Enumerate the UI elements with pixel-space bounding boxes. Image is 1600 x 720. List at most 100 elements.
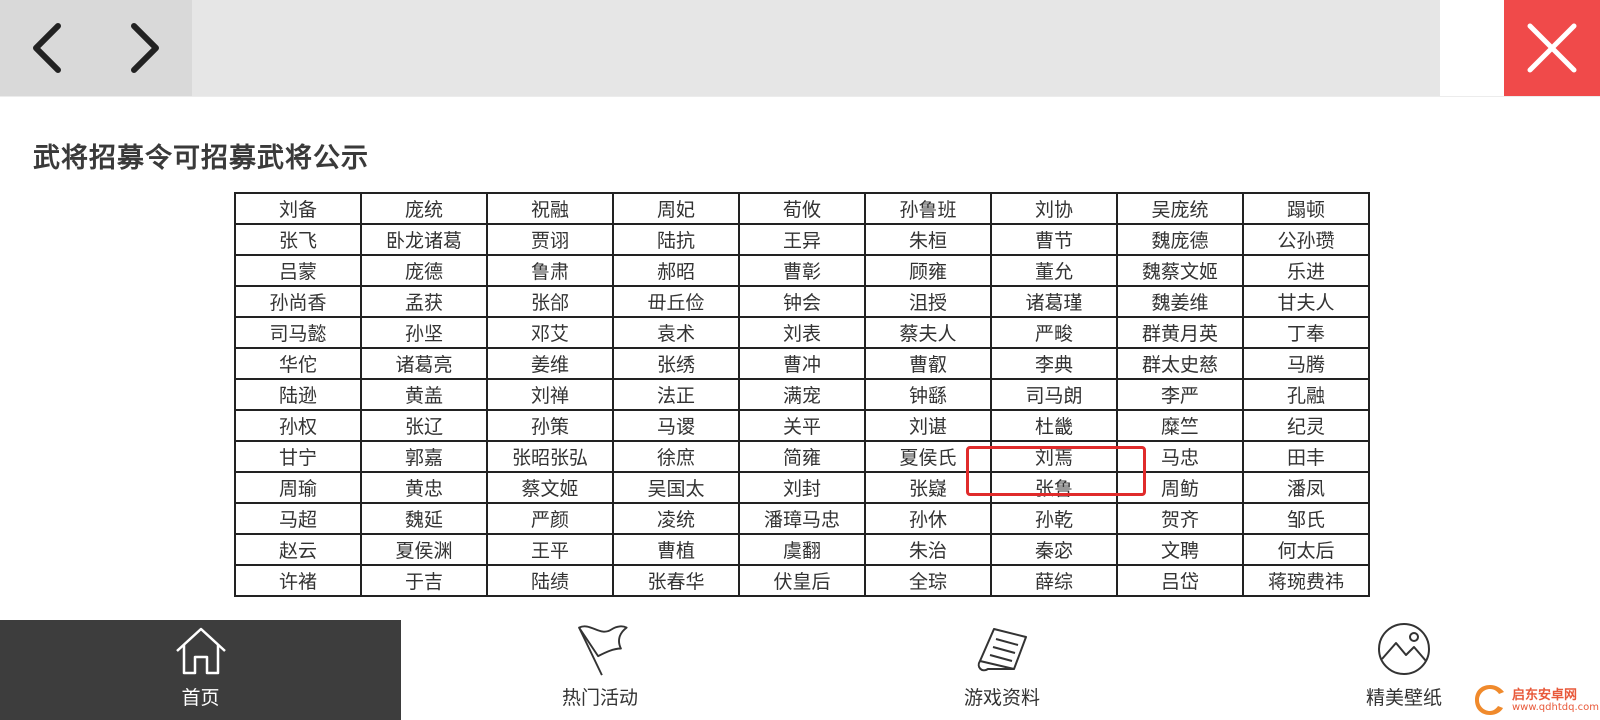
general-cell: 纪灵 [1242,409,1370,442]
general-cell: 钟繇 [864,378,992,411]
chevron-left-icon [33,23,61,73]
general-cell: 王平 [486,533,614,566]
close-icon [1527,23,1577,73]
general-cell: 卧龙诸葛 [360,223,488,256]
page-title: 武将招募令可招募武将公示 [33,143,369,174]
general-cell: 郭嘉 [360,440,488,473]
generals-table-body: 刘备 庞统 祝融 周妃 荀攸 孙鲁班 刘协 吴庞统 蹋顿 张飞 卧龙诸葛 贾诩 陆抗 王异 朱桓 曹节 魏庞德公… [234,192,1370,597]
general-cell: 李严 [1116,378,1244,411]
general-cell: 孔融 [1242,378,1370,411]
general-cell: 潘凤 [1242,471,1370,504]
table-row: 陆逊 黄盖 刘禅 法正 满宠 钟繇 司马朗 李严 孔融 [234,378,1370,411]
nav-info-label: 游戏资料 [963,687,1040,709]
general-cell: 诸葛瑾 [990,285,1118,318]
general-cell: 刘表 [738,316,866,349]
page: 武将招募令可招募武将公示 刘备 庞统 祝融 周妃 荀攸 孙鲁班 刘协 吴庞统 蹋顿 张飞 卧龙诸葛贾… [0,0,1600,720]
address-bar[interactable] [192,0,1440,96]
general-cell: 张鲁 [990,471,1118,504]
general-cell: 魏延 [360,502,488,535]
general-cell: 魏姜维 [1116,285,1244,318]
general-cell: 曹叡 [864,347,992,380]
nav-wallpaper-label: 精美壁纸 [1365,687,1442,709]
general-cell: 孙权 [234,409,362,442]
general-cell: 刘协 [990,192,1118,225]
general-cell: 刘禅 [486,378,614,411]
general-cell: 公孙瓒 [1242,223,1370,256]
general-cell: 甘夫人 [1242,285,1370,318]
home-icon [175,627,226,675]
bottom-nav: 首页 热门活动 游戏资料 精美壁纸 [0,620,1600,720]
scroll-icon [977,628,1027,672]
general-cell: 董允 [990,254,1118,287]
nav-info[interactable]: 游戏资料 [902,620,1102,720]
generals-table-container: 刘备 庞统 祝融 周妃 荀攸 孙鲁班 刘协 吴庞统 蹋顿 张飞 卧龙诸葛 贾诩 陆抗 王异 朱桓 曹节 魏庞德公… [234,192,1370,620]
table-row: 孙权 张辽 孙策 马谡 关平 刘谌 杜畿 糜竺 纪灵 [234,409,1370,442]
general-cell: 荀攸 [738,192,866,225]
general-cell: 周妃 [612,192,740,225]
general-cell: 庞德 [360,254,488,287]
general-cell: 朱桓 [864,223,992,256]
general-cell: 糜竺 [1116,409,1244,442]
general-cell: 法正 [612,378,740,411]
general-cell: 徐庶 [612,440,740,473]
general-cell: 马超 [234,502,362,535]
general-cell: 李典 [990,347,1118,380]
general-cell: 刘封 [738,471,866,504]
general-cell: 曹彰 [738,254,866,287]
general-cell: 孙鲁班 [864,192,992,225]
general-cell: 孙策 [486,409,614,442]
general-cell: 吴庞统 [1116,192,1244,225]
general-cell: 蔡夫人 [864,316,992,349]
general-cell: 魏蔡文姬 [1116,254,1244,287]
table-row: 孙尚香 孟获 张郃 毌丘俭 钟会 沮授 诸葛瑾 魏姜维 甘夫人 [234,285,1370,318]
general-cell: 贾诩 [486,223,614,256]
general-cell: 袁术 [612,316,740,349]
general-cell: 严颜 [486,502,614,535]
general-cell: 孙尚香 [234,285,362,318]
chevron-right-icon [131,23,159,73]
watermark-name: 启东安卓网 [1512,688,1578,703]
table-row: 华佗 诸葛亮 姜维 张绣 曹冲 曹叡 李典 群太史慈 马腾 [234,347,1370,380]
table-row: 甘宁 郭嘉 张昭张弘 徐庶 简雍 夏侯氏 刘焉 马忠 田丰 [234,440,1370,473]
general-cell: 潘璋马忠 [738,502,866,535]
general-cell: 吴国太 [612,471,740,504]
forward-button[interactable] [96,0,192,96]
general-cell: 刘焉 [990,440,1118,473]
general-cell: 刘谌 [864,409,992,442]
top-toolbar [0,0,1600,96]
general-cell: 蔡文姬 [486,471,614,504]
general-cell: 张春华 [612,564,740,597]
general-cell: 何太后 [1242,533,1370,566]
nav-home[interactable]: 首页 [0,620,401,720]
general-cell: 群黄月英 [1116,316,1244,349]
general-cell: 吕蒙 [234,254,362,287]
general-cell: 顾雍 [864,254,992,287]
general-cell: 文聘 [1116,533,1244,566]
picture-icon [1378,623,1430,675]
table-row: 周瑜 黄忠 蔡文姬 吴国太 刘封 张嶷 张鲁 周鲂 潘凤 [234,471,1370,504]
general-cell: 曹冲 [738,347,866,380]
general-cell: 张昭张弘 [486,440,614,473]
general-cell: 张辽 [360,409,488,442]
table-row: 赵云 夏侯渊 王平 曹植 虞翻 朱治 秦宓 文聘 何太后 [234,533,1370,566]
table-row: 吕蒙 庞德 鲁肃 郝昭 曹彰 顾雍 董允 魏蔡文姬 乐进 [234,254,1370,287]
general-cell: 周瑜 [234,471,362,504]
general-cell: 曹植 [612,533,740,566]
general-cell: 许褚 [234,564,362,597]
back-button[interactable] [0,0,96,96]
general-cell: 钟会 [738,285,866,318]
general-cell: 乐进 [1242,254,1370,287]
general-cell: 吕岱 [1116,564,1244,597]
general-cell: 赵云 [234,533,362,566]
nav-events[interactable]: 热门活动 [500,620,700,720]
general-cell: 孙坚 [360,316,488,349]
general-cell: 满宠 [738,378,866,411]
close-button[interactable] [1504,0,1600,96]
general-cell: 邹氏 [1242,502,1370,535]
general-cell: 祝融 [486,192,614,225]
general-cell: 王异 [738,223,866,256]
generals-table: 刘备 庞统 祝融 周妃 荀攸 孙鲁班 刘协 吴庞统 蹋顿 张飞 卧龙诸葛 贾诩 陆抗 王异 朱桓 曹节 魏庞德公… [234,192,1370,597]
general-cell: 司马朗 [990,378,1118,411]
general-cell: 鲁肃 [486,254,614,287]
general-cell: 贺齐 [1116,502,1244,535]
